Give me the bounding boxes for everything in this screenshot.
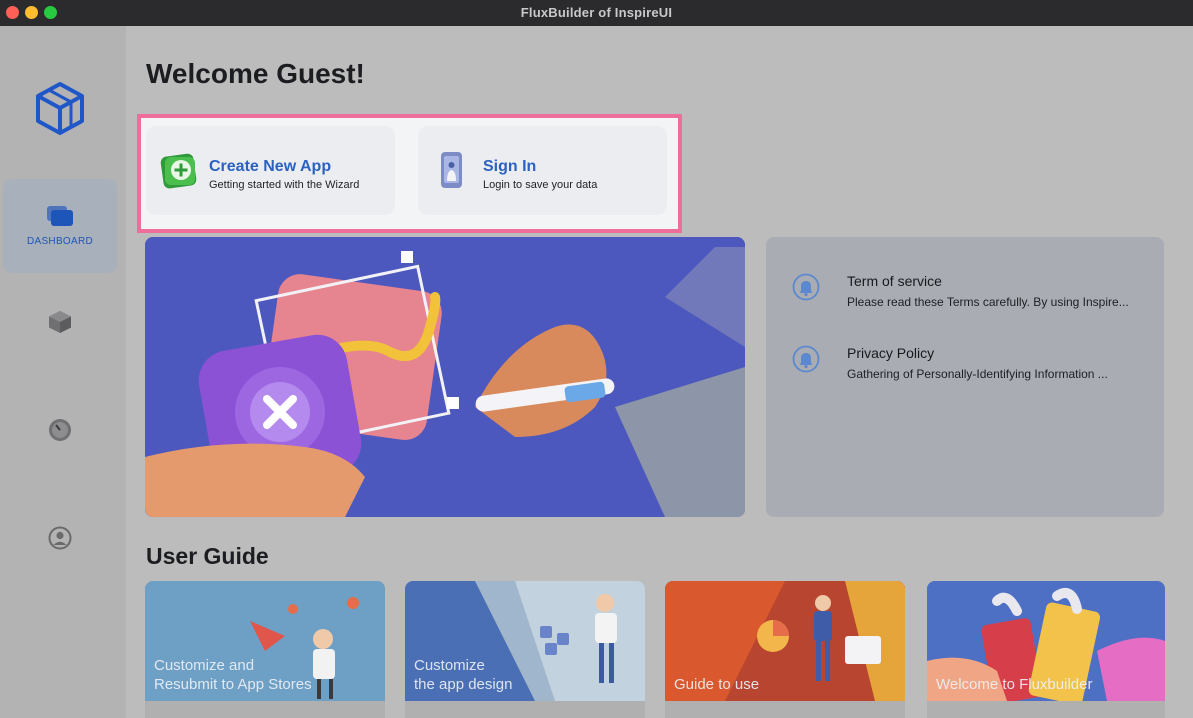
hero-banner[interactable] bbox=[145, 237, 745, 517]
clock-icon bbox=[49, 419, 71, 441]
info-panel: Term of service Please read these Terms … bbox=[766, 237, 1164, 517]
create-new-app-subtitle: Getting started with the Wizard bbox=[209, 179, 360, 191]
sidebar-item-label: DASHBOARD bbox=[26, 236, 94, 247]
cube-icon bbox=[49, 311, 71, 333]
sign-in-subtitle: Login to save your data bbox=[483, 179, 598, 191]
sidebar-item-templates[interactable] bbox=[3, 296, 117, 350]
guide-card-footer bbox=[405, 701, 645, 718]
sidebar-item-account[interactable] bbox=[3, 512, 117, 566]
main-content: Welcome Guest! Create New App Getting st… bbox=[126, 26, 1193, 718]
window-titlebar: FluxBuilder of InspireUI bbox=[0, 0, 1193, 26]
guide-card-design[interactable]: Customize the app design bbox=[405, 581, 645, 718]
guide-card-label: Customize and Resubmit to App Stores bbox=[154, 657, 312, 693]
create-new-app-button[interactable]: Create New App Getting started with the … bbox=[146, 126, 395, 215]
window-title: FluxBuilder of InspireUI bbox=[520, 5, 673, 20]
bell-icon bbox=[792, 345, 820, 373]
guide-card-label: Guide to use bbox=[674, 676, 760, 693]
guide-card-resubmit[interactable]: Customize and Resubmit to App Stores bbox=[145, 581, 385, 718]
account-icon bbox=[48, 526, 72, 550]
page-title: Welcome Guest! bbox=[146, 58, 365, 89]
phone-touch-icon bbox=[441, 152, 462, 188]
create-new-app-title: Create New App bbox=[209, 158, 332, 175]
sign-in-title: Sign In bbox=[483, 158, 537, 175]
guide-card-guide-to-use[interactable]: Guide to use bbox=[665, 581, 905, 718]
guide-card-welcome[interactable]: Welcome to Fluxbuilder bbox=[927, 581, 1165, 718]
add-app-icon bbox=[160, 153, 197, 189]
guide-card-footer bbox=[145, 701, 385, 718]
info-description: Please read these Terms carefully. By us… bbox=[847, 295, 1129, 309]
sidebar: DASHBOARD bbox=[0, 26, 126, 718]
dashboard-icon bbox=[47, 206, 73, 226]
hero-illustration bbox=[145, 237, 745, 517]
guide-card-label: Customize the app design bbox=[414, 657, 513, 693]
sign-in-button[interactable]: Sign In Login to save your data bbox=[418, 126, 667, 215]
fluxbuilder-logo-icon bbox=[36, 82, 84, 135]
guide-card-footer bbox=[665, 701, 905, 718]
user-guide-title: User Guide bbox=[146, 543, 269, 569]
sidebar-item-dashboard[interactable]: DASHBOARD bbox=[3, 179, 117, 273]
info-title: Term of service bbox=[847, 273, 942, 289]
bell-icon bbox=[792, 273, 820, 301]
info-title: Privacy Policy bbox=[847, 345, 935, 361]
guide-card-footer bbox=[927, 701, 1165, 718]
sidebar-item-history[interactable] bbox=[3, 404, 117, 458]
info-description: Gathering of Personally-Identifying Info… bbox=[847, 367, 1108, 381]
guide-card-label: Welcome to Fluxbuilder bbox=[936, 676, 1093, 693]
